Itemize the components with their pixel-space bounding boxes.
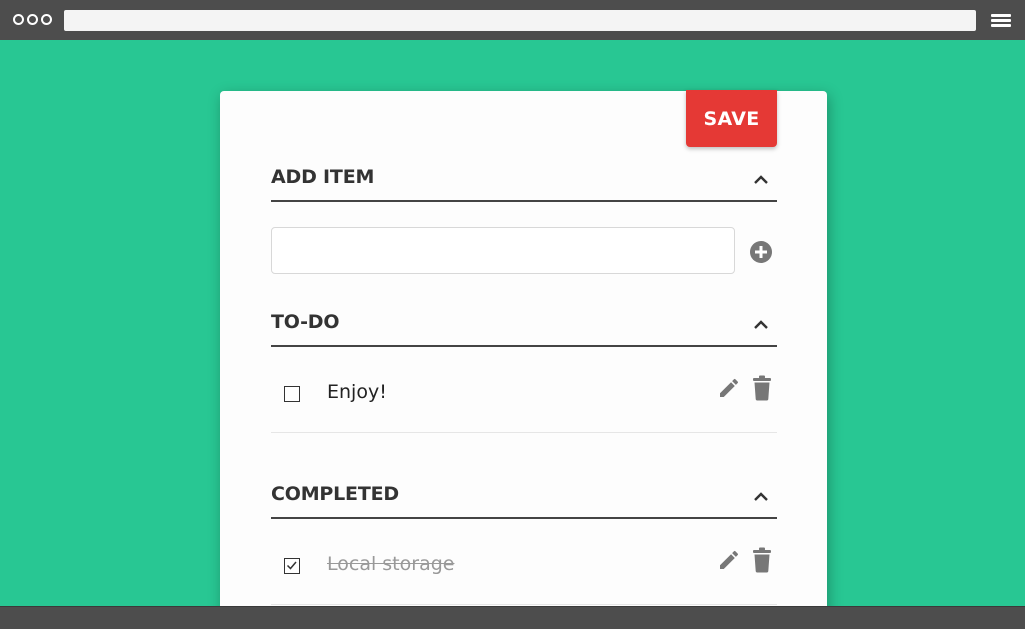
save-button[interactable]: SAVE — [686, 90, 777, 147]
add-item-input[interactable] — [271, 227, 735, 274]
completed-title: COMPLETED — [271, 483, 399, 505]
browser-toolbar — [0, 0, 1025, 40]
pencil-icon[interactable] — [717, 548, 741, 572]
completed-list-item: Local storage — [271, 519, 777, 605]
pencil-icon[interactable] — [717, 376, 741, 400]
completed-checkbox[interactable] — [284, 558, 300, 574]
todo-card: SAVE ADD ITEM TO-DO Enjoy! COMPLETED Loc… — [220, 90, 827, 621]
add-item-header: ADD ITEM — [271, 158, 777, 202]
todo-header: TO-DO — [271, 303, 777, 347]
chevron-up-icon[interactable] — [753, 489, 769, 503]
completed-header: COMPLETED — [271, 475, 777, 519]
checkmark-icon — [286, 561, 297, 570]
chevron-up-icon[interactable] — [753, 317, 769, 331]
trash-icon[interactable] — [750, 375, 774, 401]
add-item-title: ADD ITEM — [271, 166, 375, 188]
chevron-up-icon[interactable] — [753, 172, 769, 186]
trash-icon[interactable] — [750, 547, 774, 573]
todo-list-item: Enjoy! — [271, 347, 777, 433]
window-dots-icon — [13, 14, 52, 25]
completed-item-label: Local storage — [327, 553, 455, 575]
todo-title: TO-DO — [271, 311, 340, 333]
hamburger-menu-icon[interactable] — [991, 14, 1011, 27]
todo-item-label: Enjoy! — [327, 381, 387, 403]
browser-status-bar — [0, 606, 1025, 629]
todo-checkbox[interactable] — [284, 386, 300, 402]
address-bar[interactable] — [64, 10, 976, 31]
add-circle-icon[interactable] — [749, 240, 773, 264]
